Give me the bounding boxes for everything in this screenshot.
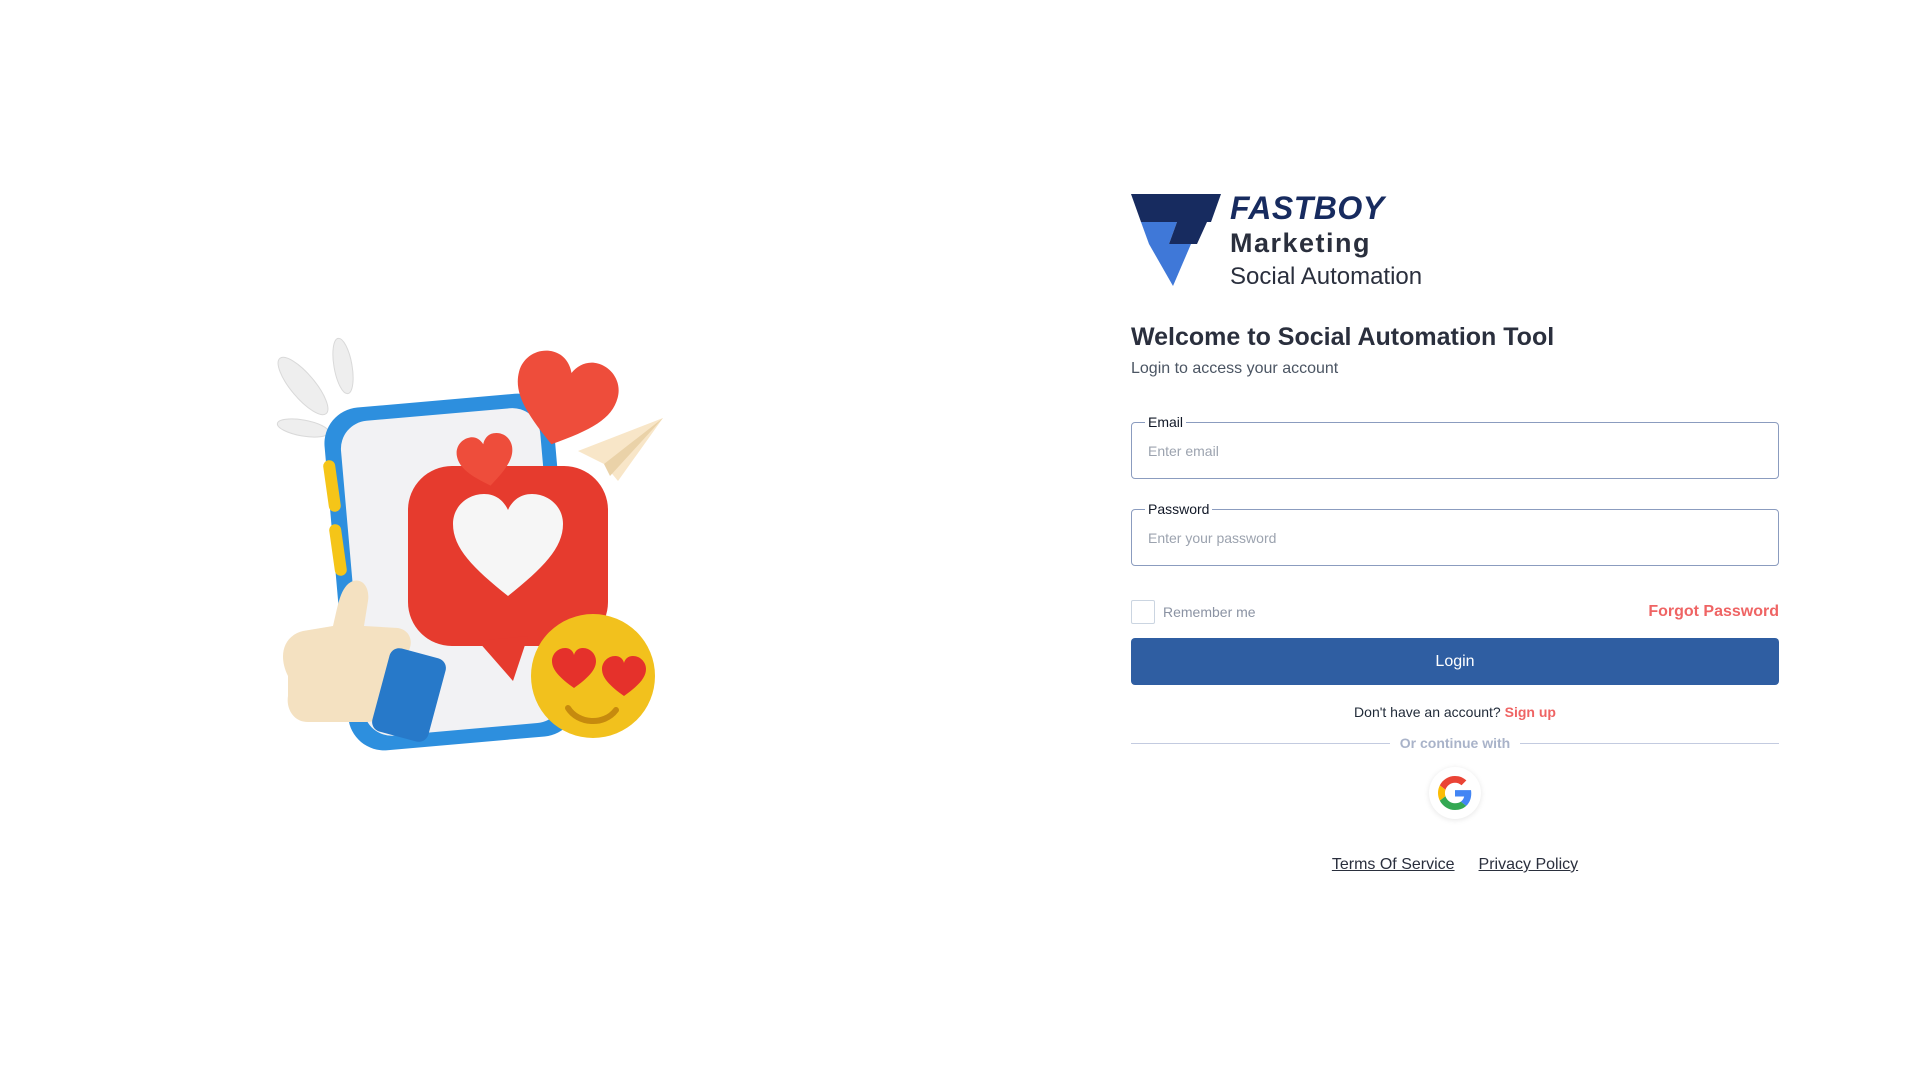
social-divider: Or continue with [1131, 735, 1780, 751]
legal-links: Terms Of Service Privacy Policy [1131, 856, 1779, 874]
google-login-button[interactable] [1429, 767, 1481, 819]
remember-me-label: Remember me [1163, 604, 1256, 620]
social-illustration-graphic [276, 337, 663, 751]
signup-row: Don't have an account? Sign up [1131, 703, 1779, 721]
divider-text: Or continue with [1399, 735, 1511, 751]
privacy-link[interactable]: Privacy Policy [1479, 856, 1579, 874]
terms-link[interactable]: Terms Of Service [1332, 856, 1455, 874]
brand-subtitle: Marketing [1230, 228, 1372, 258]
password-label: Password [1145, 501, 1213, 517]
email-label: Email [1145, 414, 1187, 430]
brand-header: FASTBOY Marketing Social Automation [1131, 190, 1779, 290]
social-login-group [1131, 767, 1779, 819]
heart-eyes-emoji-icon [531, 614, 655, 738]
brand-name: FASTBOY [1230, 190, 1385, 226]
social-illustration [268, 336, 668, 756]
fastboy-logo-icon [1131, 194, 1221, 286]
remember-me-checkbox[interactable] [1131, 600, 1155, 624]
login-button[interactable]: Login [1131, 638, 1779, 685]
google-icon [1438, 776, 1472, 810]
divider-line-right [1520, 742, 1780, 744]
brand-text: FASTBOY Marketing Social Automation [1230, 190, 1422, 294]
signup-link[interactable]: Sign up [1505, 704, 1556, 720]
divider-line-left [1131, 742, 1390, 744]
login-options: Remember me Forgot Password [1131, 600, 1779, 624]
email-input[interactable] [1132, 423, 1778, 478]
remember-me-toggle[interactable]: Remember me [1131, 600, 1256, 624]
password-input[interactable] [1132, 510, 1778, 565]
page-title: Welcome to Social Automation Tool [1131, 323, 1555, 351]
password-field: Password [1131, 501, 1779, 566]
page-subtitle: Login to access your account [1131, 360, 1339, 377]
email-field: Email [1131, 414, 1779, 479]
login-panel: FASTBOY Marketing Social Automation Welc… [1131, 190, 1780, 874]
signup-prompt: Don't have an account? [1354, 704, 1501, 720]
forgot-password-link[interactable]: Forgot Password [1648, 603, 1779, 621]
brand-tagline: Social Automation [1230, 263, 1423, 290]
